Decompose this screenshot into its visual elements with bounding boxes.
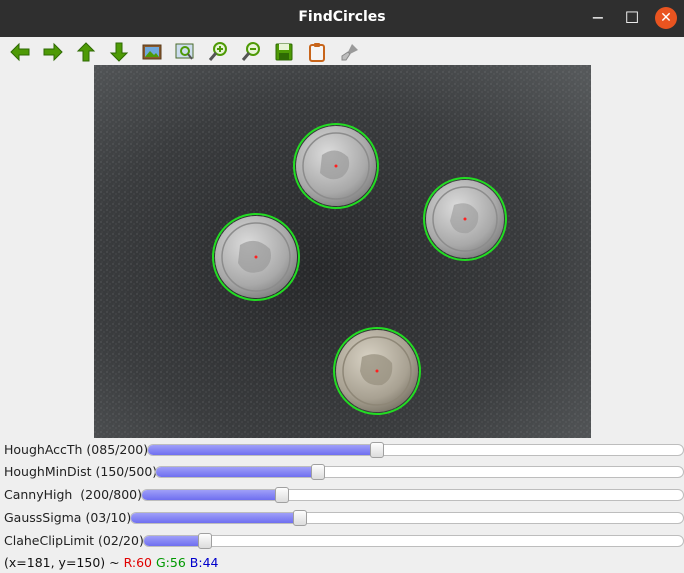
slider-track-cannyhigh[interactable] — [141, 487, 684, 503]
maximize-button[interactable]: ☐ — [621, 7, 643, 29]
close-button[interactable]: ✕ — [655, 7, 677, 29]
minimize-button[interactable]: − — [587, 7, 609, 29]
status-green: G:56 — [156, 555, 186, 570]
slider-handle-cannyhigh[interactable] — [275, 487, 289, 503]
slider-row-houghaccth: HoughAccTh (085/200) — [0, 439, 684, 461]
toolbar — [0, 37, 684, 65]
slider-fill — [144, 536, 205, 546]
slider-track-claheclip[interactable] — [143, 533, 684, 549]
clipboard-icon[interactable] — [305, 40, 329, 64]
window-title: FindCircles — [298, 9, 386, 25]
slider-fill — [148, 445, 377, 455]
save-icon[interactable] — [272, 40, 296, 64]
title-bar: FindCircles − ☐ ✕ — [0, 0, 684, 37]
zoom-in-icon[interactable] — [206, 40, 230, 64]
coin-right — [423, 177, 507, 261]
status-coords: (x=181, y=150) ~ — [4, 555, 124, 570]
arrow-down-icon[interactable] — [107, 40, 131, 64]
slider-track-houghaccth[interactable] — [147, 442, 684, 458]
slider-label: CannyHigh (200/800) — [4, 487, 142, 502]
arrow-left-icon[interactable] — [8, 40, 32, 64]
image-viewport[interactable] — [94, 65, 591, 438]
slider-fill — [142, 490, 283, 500]
status-bar: (x=181, y=150) ~ R:60 G:56 B:44 — [4, 555, 219, 570]
status-red: R:60 — [123, 555, 153, 570]
slider-handle-gausssigma[interactable] — [293, 510, 307, 526]
coin-left — [212, 213, 300, 301]
slider-row-gausssigma: GaussSigma (03/10) — [0, 507, 684, 529]
coins-image — [94, 65, 591, 438]
slider-handle-houghmindist[interactable] — [311, 464, 325, 480]
slider-track-gausssigma[interactable] — [130, 510, 684, 526]
zoom-out-icon[interactable] — [239, 40, 263, 64]
brush-icon[interactable] — [338, 40, 362, 64]
slider-label: ClaheClipLimit (02/20) — [4, 533, 144, 548]
slider-row-cannyhigh: CannyHigh (200/800) — [0, 484, 684, 506]
slider-label: HoughMinDist (150/500) — [4, 464, 158, 479]
coin-bottom — [333, 327, 421, 415]
image-icon[interactable] — [140, 40, 164, 64]
slider-fill — [131, 513, 300, 523]
slider-handle-houghaccth[interactable] — [370, 442, 384, 458]
slider-row-claheclip: ClaheClipLimit (02/20) — [0, 530, 684, 552]
slider-label: GaussSigma (03/10) — [4, 510, 132, 525]
arrow-right-icon[interactable] — [41, 40, 65, 64]
arrow-up-icon[interactable] — [74, 40, 98, 64]
slider-row-houghmindist: HoughMinDist (150/500) — [0, 461, 684, 483]
slider-handle-claheclip[interactable] — [198, 533, 212, 549]
slider-fill — [156, 467, 318, 477]
slider-label: HoughAccTh (085/200) — [4, 442, 149, 457]
coin-top — [293, 123, 379, 209]
status-blue: B:44 — [189, 555, 219, 570]
zoom-fit-icon[interactable] — [173, 40, 197, 64]
slider-track-houghmindist[interactable] — [155, 464, 684, 480]
